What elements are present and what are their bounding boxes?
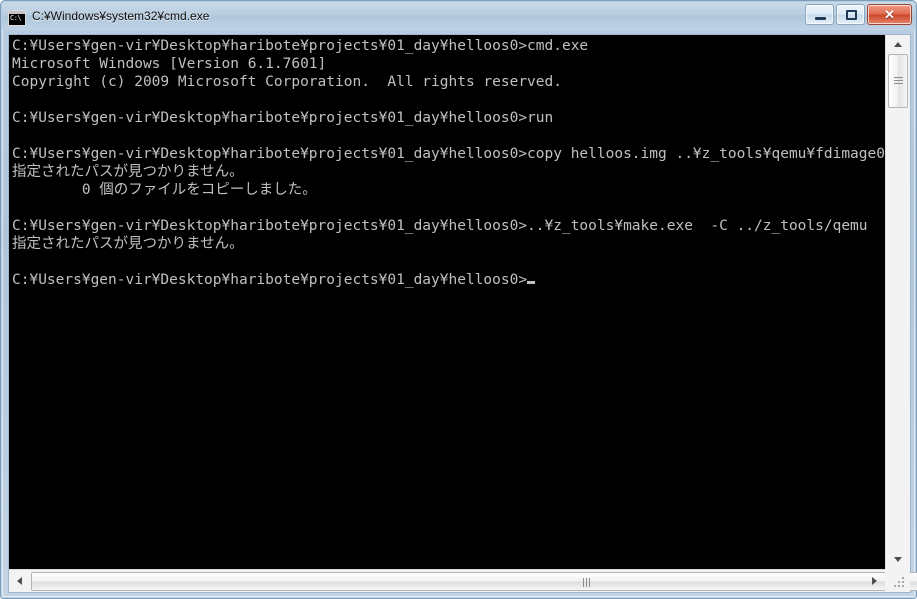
- title-bar[interactable]: C:\ C:¥Windows¥system32¥cmd.exe ✕: [2, 2, 915, 30]
- close-icon: ✕: [884, 7, 895, 22]
- text-cursor: [527, 281, 536, 284]
- vertical-thumb-grip-icon: [894, 77, 903, 85]
- console-line: C:¥Users¥gen-vir¥Desktop¥haribote¥projec…: [12, 146, 885, 162]
- scroll-up-arrow[interactable]: [886, 35, 910, 53]
- close-button[interactable]: ✕: [867, 4, 912, 25]
- window-resize-grip[interactable]: [893, 576, 907, 590]
- maximize-icon: [846, 10, 857, 20]
- scroll-left-arrow[interactable]: [11, 570, 29, 592]
- caption-buttons: ✕: [805, 4, 912, 26]
- console-line: Copyright (c) 2009 Microsoft Corporation…: [12, 74, 562, 90]
- cmd-console-icon: C:\: [8, 10, 26, 26]
- console-output-area[interactable]: C:¥Users¥gen-vir¥Desktop¥haribote¥projec…: [9, 35, 885, 569]
- console-line: C:¥Users¥gen-vir¥Desktop¥haribote¥projec…: [12, 110, 554, 126]
- horizontal-scroll-thumb[interactable]: [31, 572, 917, 591]
- cmd-window: C:\ C:¥Windows¥system32¥cmd.exe ✕ C:¥Use…: [0, 0, 917, 599]
- console-line: 指定されたパスが見つかりません。: [12, 236, 244, 252]
- console-line: 0 個のファイルをコピーしました。: [12, 182, 317, 198]
- chevron-down-icon: [894, 557, 902, 562]
- console-line: 指定されたパスが見つかりません。: [12, 164, 244, 180]
- chevron-up-icon: [894, 42, 902, 47]
- console-line: C:¥Users¥gen-vir¥Desktop¥haribote¥projec…: [12, 218, 868, 234]
- horizontal-thumb-grip-icon: [582, 578, 593, 587]
- console-line: Microsoft Windows [Version 6.1.7601]: [12, 56, 327, 72]
- maximize-button[interactable]: [836, 4, 865, 25]
- minimize-button[interactable]: [805, 4, 834, 25]
- console-text-buffer: C:¥Users¥gen-vir¥Desktop¥haribote¥projec…: [12, 37, 885, 289]
- window-client-area: C:¥Users¥gen-vir¥Desktop¥haribote¥projec…: [8, 34, 917, 593]
- vertical-scrollbar[interactable]: [885, 35, 910, 569]
- chevron-left-icon: [17, 577, 22, 585]
- chevron-right-icon: [872, 577, 877, 585]
- console-icon-text: C:\: [10, 14, 22, 22]
- console-line: C:¥Users¥gen-vir¥Desktop¥haribote¥projec…: [12, 38, 589, 54]
- scroll-down-arrow[interactable]: [886, 551, 910, 569]
- window-title: C:¥Windows¥system32¥cmd.exe: [32, 9, 210, 23]
- console-line: C:¥Users¥gen-vir¥Desktop¥haribote¥projec…: [12, 271, 882, 289]
- horizontal-scrollbar[interactable]: [9, 569, 917, 592]
- minimize-icon: [815, 17, 826, 20]
- scroll-right-arrow[interactable]: [866, 570, 884, 592]
- vertical-scroll-thumb[interactable]: [888, 54, 908, 108]
